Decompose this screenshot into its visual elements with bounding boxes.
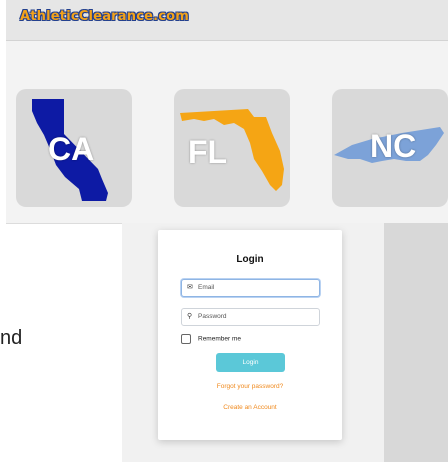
partial-body-text: nd <box>0 327 23 349</box>
remember-me-label: Remember me <box>198 335 241 343</box>
site-logo[interactable]: AthleticClearance.com <box>20 9 189 24</box>
login-button[interactable]: Login <box>216 353 285 372</box>
state-tile-nc[interactable]: NC <box>332 89 448 207</box>
login-title: Login <box>236 254 264 265</box>
remember-me-checkbox[interactable] <box>181 334 191 344</box>
gray-side-panel <box>384 223 448 462</box>
site-header: AthleticClearance.com <box>6 0 448 41</box>
login-card: Login ✉ Email ⚲ Password Remember me Log… <box>158 230 342 440</box>
state-label-fl: FL <box>188 134 228 170</box>
states-panel: AthleticClearance.com CA FL NC <box>6 0 448 224</box>
state-label-nc: NC <box>370 128 417 164</box>
key-icon: ⚲ <box>187 313 193 320</box>
envelope-icon: ✉ <box>187 284 193 291</box>
state-label-ca: CA <box>48 131 95 167</box>
remember-me[interactable]: Remember me <box>181 334 241 344</box>
create-account-link[interactable]: Create an Account <box>158 404 342 411</box>
state-tile-fl[interactable]: FL <box>174 89 290 207</box>
email-placeholder: Email <box>198 284 215 291</box>
password-field[interactable]: ⚲ Password <box>181 308 320 326</box>
state-tile-ca[interactable]: CA <box>16 89 132 207</box>
password-placeholder: Password <box>198 313 227 320</box>
email-field[interactable]: ✉ Email <box>181 279 320 297</box>
forgot-password-link[interactable]: Forgot your password? <box>158 383 342 390</box>
